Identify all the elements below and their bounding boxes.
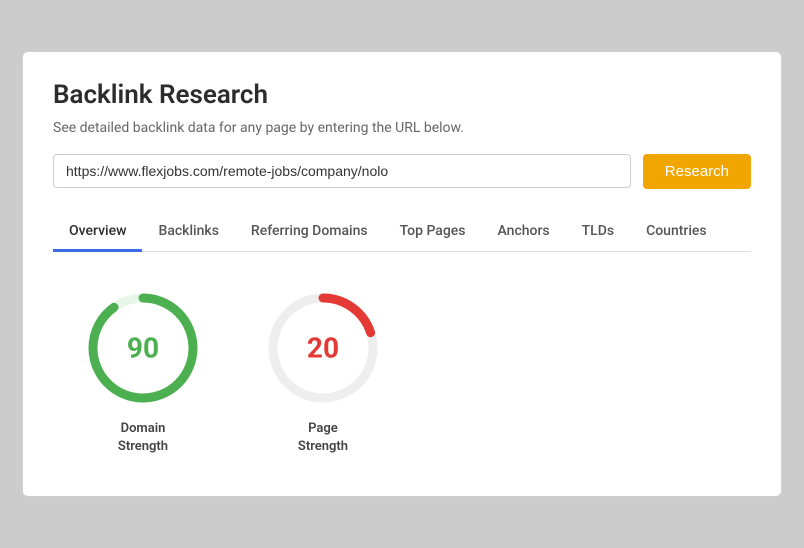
subtitle: See detailed backlink data for any page … — [53, 120, 751, 136]
metrics-row: 90 DomainStrength 20 PageStrength — [53, 288, 751, 456]
page-title: Backlink Research — [53, 80, 751, 110]
tab-top-pages[interactable]: Top Pages — [384, 213, 482, 252]
tab-anchors[interactable]: Anchors — [482, 213, 566, 252]
metric-value-page-strength: 20 — [307, 331, 339, 364]
metric-value-domain-strength: 90 — [127, 331, 159, 364]
tab-countries[interactable]: Countries — [630, 213, 723, 252]
tab-tlds[interactable]: TLDs — [566, 213, 630, 252]
research-button[interactable]: Research — [643, 154, 751, 189]
circle-domain-strength: 90 — [83, 288, 203, 408]
metric-label-domain-strength: DomainStrength — [118, 420, 168, 456]
tabs-bar: OverviewBacklinksReferring DomainsTop Pa… — [53, 213, 751, 252]
url-input[interactable] — [53, 154, 631, 188]
metric-domain-strength: 90 DomainStrength — [83, 288, 203, 456]
tab-referring-domains[interactable]: Referring Domains — [235, 213, 384, 252]
tab-backlinks[interactable]: Backlinks — [142, 213, 234, 252]
circle-page-strength: 20 — [263, 288, 383, 408]
metric-label-page-strength: PageStrength — [298, 420, 348, 456]
url-row: Research — [53, 154, 751, 189]
main-card: Backlink Research See detailed backlink … — [22, 51, 782, 497]
tab-overview[interactable]: Overview — [53, 213, 142, 252]
metric-page-strength: 20 PageStrength — [263, 288, 383, 456]
